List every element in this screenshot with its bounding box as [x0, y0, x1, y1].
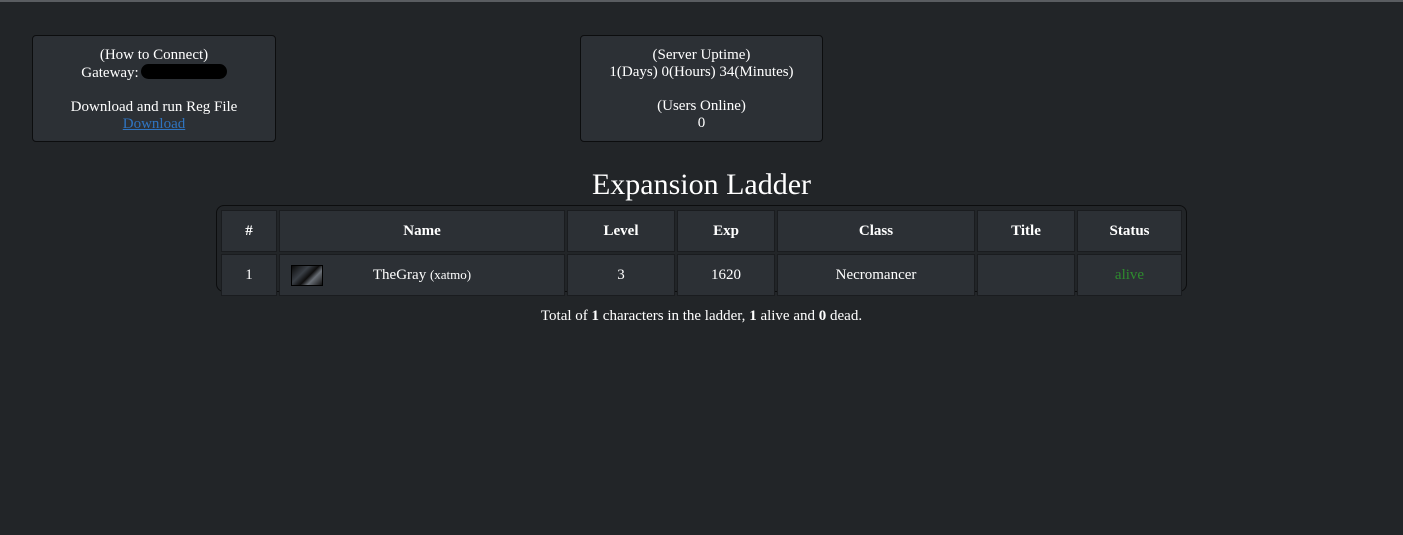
class-cell: Necromancer	[777, 254, 975, 296]
table-row: 1 TheGray (xatmo) 3 1620 Necromancer ali…	[221, 254, 1182, 296]
ladder-title: Expansion Ladder	[591, 168, 812, 201]
column-header-rank[interactable]: #	[221, 210, 277, 252]
ladder-header-row: # Name Level Exp Class Title Status	[221, 210, 1182, 252]
users-online-heading: (Users Online)	[657, 98, 746, 114]
column-header-name[interactable]: Name	[279, 210, 565, 252]
gateway-line: Gateway:	[33, 64, 275, 82]
summary-alive: 1	[749, 308, 757, 324]
gateway-label: Gateway:	[81, 65, 139, 81]
reg-file-text: Download and run Reg File	[70, 99, 238, 115]
column-header-title[interactable]: Title	[977, 210, 1075, 252]
account-name: (xatmo)	[429, 266, 472, 282]
gateway-redaction	[140, 64, 227, 79]
uptime-value: 1(Days) 0(Hours) 34(Minutes)	[609, 64, 794, 80]
download-link[interactable]: Download	[123, 116, 186, 132]
summary-total: 1	[591, 308, 600, 324]
column-header-status[interactable]: Status	[1077, 210, 1182, 252]
title-cell	[977, 254, 1075, 296]
summary-prefix: Total of	[540, 308, 592, 324]
column-header-level[interactable]: Level	[567, 210, 675, 252]
ladder-table: # Name Level Exp Class Title Status 1 Th…	[216, 205, 1187, 296]
rank-cell: 1	[221, 254, 277, 296]
character-avatar	[291, 265, 323, 286]
ladder-summary: Total of 1 characters in the ladder, 1 a…	[0, 308, 1403, 325]
summary-suffix: dead.	[826, 308, 863, 324]
summary-mid1: characters in the ladder,	[599, 308, 750, 324]
level-cell: 3	[567, 254, 675, 296]
connect-info-box: (How to Connect) Gateway: Download and r…	[32, 35, 276, 142]
character-name[interactable]: TheGray	[373, 267, 426, 283]
users-online-value: 0	[697, 115, 706, 131]
summary-mid2: alive and	[756, 308, 819, 324]
name-cell[interactable]: TheGray (xatmo)	[279, 254, 565, 296]
status-cell: alive	[1077, 254, 1182, 296]
column-header-exp[interactable]: Exp	[677, 210, 775, 252]
column-header-class[interactable]: Class	[777, 210, 975, 252]
connect-heading: (How to Connect)	[99, 47, 209, 63]
uptime-heading: (Server Uptime)	[652, 47, 751, 63]
exp-cell: 1620	[677, 254, 775, 296]
server-info-box: (Server Uptime) 1(Days) 0(Hours) 34(Minu…	[580, 35, 823, 142]
